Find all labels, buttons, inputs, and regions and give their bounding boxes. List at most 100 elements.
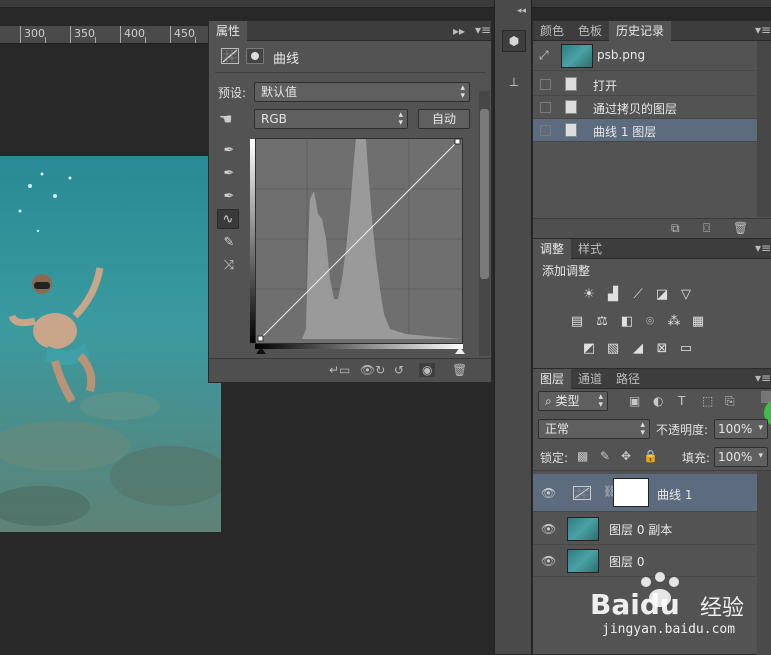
properties-panel: 属性 ▸▸ ▾≡ 曲线 预设: 默认值 ▴ ▾ ☚ RGB ▴ ▾ 自动 ✒ ✒ ✒… xyxy=(208,20,492,383)
smart-object-filter-icon[interactable]: ⎘ xyxy=(725,394,735,409)
history-brush-source-icon[interactable]: ⤢ xyxy=(539,48,549,63)
color-balance-icon[interactable]: ⚖ xyxy=(593,314,611,330)
trash-icon[interactable]: 🗑 xyxy=(452,363,467,377)
collapse-dock-icon[interactable]: ◂◂ xyxy=(517,6,526,16)
layer-filter-value: 类型 xyxy=(555,394,580,408)
color-lookup-icon[interactable]: ▦ xyxy=(689,314,707,330)
curves-adjustment-icon[interactable] xyxy=(221,48,239,64)
new-document-from-state-icon[interactable]: ⧉ xyxy=(671,221,680,236)
eye-icon[interactable]: 👁 xyxy=(541,522,556,536)
panel-menu-icon[interactable]: ▾≡ xyxy=(755,371,771,385)
preset-dropdown[interactable]: 默认值 ▴ ▾ xyxy=(254,82,470,102)
type-filter-icon[interactable]: T xyxy=(678,394,685,408)
tab-adjustments[interactable]: 调整 xyxy=(533,239,572,259)
white-slider-handle[interactable] xyxy=(455,347,465,354)
chevron-down-icon: ▾ xyxy=(758,423,763,433)
pixel-filter-icon[interactable]: ▣ xyxy=(629,394,640,408)
camera-snapshot-icon[interactable]: ⌼ xyxy=(703,221,710,236)
collapse-icon[interactable]: ▸▸ xyxy=(453,24,465,38)
posterize-icon[interactable]: ▧ xyxy=(604,341,622,357)
opacity-value: 100% xyxy=(718,422,753,436)
history-footer: ⧉ ⌼ 🗑 xyxy=(533,218,771,238)
snapshot-thumbnail xyxy=(561,44,593,68)
properties-scrollbar[interactable] xyxy=(479,91,490,356)
reset-icon[interactable]: ↺ xyxy=(394,363,404,377)
layer-row-curves[interactable]: 👁 ⛓ 曲线 1 xyxy=(533,474,757,512)
history-item[interactable]: 打开 xyxy=(533,73,757,96)
vibrance-icon[interactable]: ▽ xyxy=(677,287,695,303)
tab-paths[interactable]: 路径 xyxy=(609,369,647,389)
toggle-visibility-icon[interactable]: ◉ xyxy=(419,363,436,377)
exposure-icon[interactable]: ◪ xyxy=(653,287,671,303)
panel-menu-icon[interactable]: ▾≡ xyxy=(475,23,491,37)
auto-button[interactable]: 自动 xyxy=(418,109,470,129)
eye-icon[interactable]: 👁 xyxy=(541,486,556,500)
history-checkbox[interactable] xyxy=(540,102,551,113)
history-scrollbar[interactable] xyxy=(757,41,771,217)
black-point-eyedropper-icon[interactable]: ✒ xyxy=(218,141,240,161)
gray-point-eyedropper-icon[interactable]: ✒ xyxy=(218,164,240,184)
brand-cn-text: 经验 xyxy=(700,596,745,621)
3d-cube-icon[interactable]: ⬢ xyxy=(502,30,526,52)
curves-graph[interactable] xyxy=(250,138,463,344)
history-snapshot[interactable]: ⤢ psb.png xyxy=(533,41,757,71)
white-point-eyedropper-icon[interactable]: ✒ xyxy=(218,187,240,207)
panel-menu-icon[interactable]: ▾≡ xyxy=(755,241,771,255)
shape-filter-icon[interactable]: ⬚ xyxy=(702,394,713,408)
mask-icon[interactable] xyxy=(246,48,264,64)
gradient-map-icon[interactable]: ▭ xyxy=(677,341,695,357)
history-tabbar: 颜色 色板 历史记录 ▾≡ xyxy=(533,21,771,41)
fill-input[interactable]: 100% ▾ xyxy=(714,447,768,467)
layer-mask-thumbnail[interactable] xyxy=(613,478,649,507)
tab-swatches[interactable]: 色板 xyxy=(571,21,609,41)
lock-transparent-icon[interactable]: ▩ xyxy=(577,449,588,463)
history-item[interactable]: 通过拷贝的图层 xyxy=(533,96,757,119)
fill-label: 填充: xyxy=(682,451,711,465)
trash-icon[interactable]: 🗑 xyxy=(733,221,748,235)
brightness-contrast-icon[interactable]: ☀ xyxy=(580,287,598,303)
pencil-draw-icon[interactable]: ✎ xyxy=(218,233,240,253)
ruler-tick-label: 450 xyxy=(174,27,195,40)
adjustment-filter-icon[interactable]: ◐ xyxy=(653,394,663,408)
preset-label: 预设: xyxy=(218,86,247,100)
black-white-icon[interactable]: ◧ xyxy=(618,314,636,330)
tab-layers[interactable]: 图层 xyxy=(533,369,572,389)
opacity-input[interactable]: 100% ▾ xyxy=(714,419,768,439)
tab-color[interactable]: 颜色 xyxy=(533,21,571,41)
smooth-curve-icon[interactable]: ⤨ xyxy=(218,256,240,276)
levels-icon[interactable]: ▟ xyxy=(604,287,622,303)
layer-thumbnail xyxy=(567,517,599,541)
invert-icon[interactable]: ◩ xyxy=(580,341,598,357)
tab-channels[interactable]: 通道 xyxy=(571,369,609,389)
ruler-tick xyxy=(70,26,71,43)
photo-filter-icon[interactable]: ⌾ xyxy=(641,314,659,330)
underwater-photo[interactable] xyxy=(0,156,221,532)
target-adjust-hand-icon[interactable]: ☚ xyxy=(219,110,232,128)
selective-color-icon[interactable]: ⊠ xyxy=(653,341,671,357)
channel-mixer-icon[interactable]: ⁂ xyxy=(665,314,683,330)
scrollbar-thumb[interactable] xyxy=(480,109,489,279)
channel-dropdown[interactable]: RGB ▴ ▾ xyxy=(254,109,408,129)
view-previous-state-icon[interactable]: 👁↻ xyxy=(360,363,385,377)
lock-all-icon[interactable]: 🔒 xyxy=(643,449,658,463)
layer-filter-dropdown[interactable]: ⌕ 类型 ▴ ▾ xyxy=(538,391,608,411)
history-brush-icon[interactable]: ⊥ xyxy=(502,72,526,94)
tab-properties[interactable]: 属性 xyxy=(209,21,248,41)
black-slider-handle[interactable] xyxy=(256,347,266,354)
eye-icon[interactable]: 👁 xyxy=(541,554,556,568)
tab-styles[interactable]: 样式 xyxy=(571,239,609,259)
lock-position-icon[interactable]: ✥ xyxy=(621,449,631,463)
blend-mode-dropdown[interactable]: 正常 ▴ ▾ xyxy=(538,419,650,439)
layer-row-copy[interactable]: 👁 图层 0 副本 xyxy=(533,513,757,545)
history-checkbox[interactable] xyxy=(540,79,551,90)
curve-edit-tool-icon[interactable]: ∿ xyxy=(217,209,239,229)
hue-saturation-icon[interactable]: ▤ xyxy=(568,314,586,330)
history-item[interactable]: 曲线 1 图层 xyxy=(533,119,757,142)
tab-history[interactable]: 历史记录 xyxy=(609,21,672,41)
panel-menu-icon[interactable]: ▾≡ xyxy=(755,23,771,37)
history-checkbox[interactable] xyxy=(540,125,551,136)
clip-to-layer-icon[interactable]: ↵▭ xyxy=(329,363,350,377)
curves-icon[interactable]: ⟋ xyxy=(629,287,647,303)
threshold-icon[interactable]: ◢ xyxy=(629,341,647,357)
lock-brush-icon[interactable]: ✎ xyxy=(600,449,610,463)
